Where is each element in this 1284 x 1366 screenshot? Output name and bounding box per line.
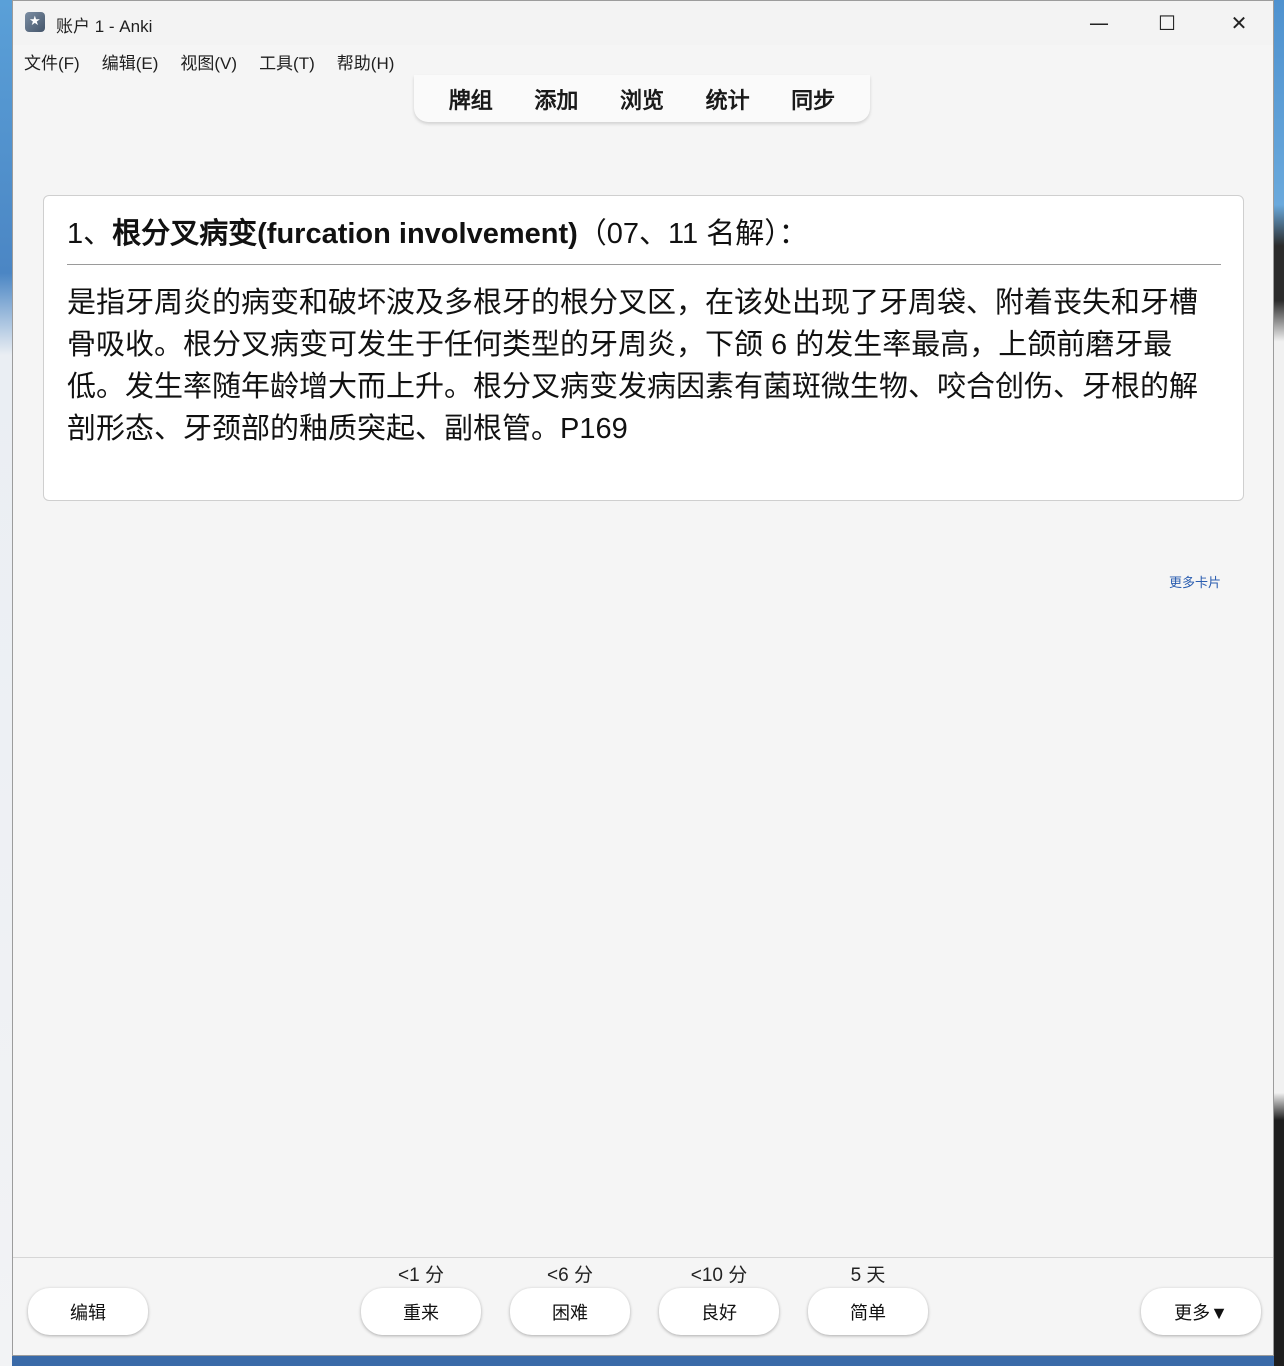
good-interval: <10 分 (690, 1265, 748, 1286)
toolbar-sync[interactable]: 同步 (785, 83, 841, 115)
menu-file[interactable]: 文件(F) (13, 47, 91, 75)
menu-edit[interactable]: 编辑(E) (91, 47, 170, 75)
window-title: 账户 1 - Anki (56, 17, 153, 36)
menu-view[interactable]: 视图(V) (169, 47, 248, 75)
close-button[interactable]: ✕ (1207, 1, 1271, 45)
toolbar-stats[interactable]: 统计 (700, 83, 756, 115)
easy-interval: 5 天 (850, 1265, 886, 1286)
menu-bar: 文件(F) 编辑(E) 视图(V) 工具(T) 帮助(H) (13, 47, 405, 75)
edit-button[interactable]: 编辑 (28, 1288, 148, 1335)
title-bar: 账户 1 - Anki — ☐ ✕ (13, 1, 1273, 45)
more-button[interactable]: 更多▼ (1141, 1288, 1261, 1335)
hard-button[interactable]: 困难 (510, 1288, 630, 1335)
toolbar-browse[interactable]: 浏览 (614, 83, 670, 115)
anki-app-icon (25, 12, 45, 32)
again-interval: <1 分 (398, 1265, 444, 1286)
anki-window: 账户 1 - Anki — ☐ ✕ 文件(F) 编辑(E) 视图(V) 工具(T… (12, 0, 1274, 1356)
toolbar-add[interactable]: 添加 (528, 83, 584, 115)
menu-help[interactable]: 帮助(H) (326, 47, 406, 75)
card-front-term: 根分叉病变(furcation involvement) (112, 218, 578, 250)
menu-tools[interactable]: 工具(T) (248, 47, 326, 75)
again-button[interactable]: 重来 (361, 1288, 481, 1335)
easy-button[interactable]: 简单 (808, 1288, 928, 1335)
review-card: 1、根分叉病变(furcation involvement)（07、11 名解）… (43, 195, 1244, 501)
bottom-bar (13, 1257, 1273, 1355)
card-back: 是指牙周炎的病变和破坏波及多根牙的根分叉区，在该处出现了牙周袋、附着丧失和牙槽骨… (67, 287, 1199, 445)
desktop-right-edge (1274, 0, 1284, 1366)
card-front-prefix: 1、 (67, 218, 113, 250)
main-toolbar: 牌组 添加 浏览 统计 同步 (414, 75, 870, 122)
toolbar-decks[interactable]: 牌组 (443, 83, 499, 115)
minimize-button[interactable]: — (1067, 1, 1131, 45)
good-button[interactable]: 良好 (659, 1288, 779, 1335)
card-front: 1、根分叉病变(furcation involvement)（07、11 名解）… (67, 210, 808, 252)
more-cards-link[interactable]: 更多卡片 (1169, 572, 1221, 591)
hard-interval: <6 分 (547, 1265, 593, 1286)
card-front-suffix: （07、11 名解）： (577, 218, 808, 250)
maximize-button[interactable]: ☐ (1135, 1, 1199, 45)
answer-divider (67, 264, 1221, 265)
desktop-left-edge (0, 0, 12, 1366)
